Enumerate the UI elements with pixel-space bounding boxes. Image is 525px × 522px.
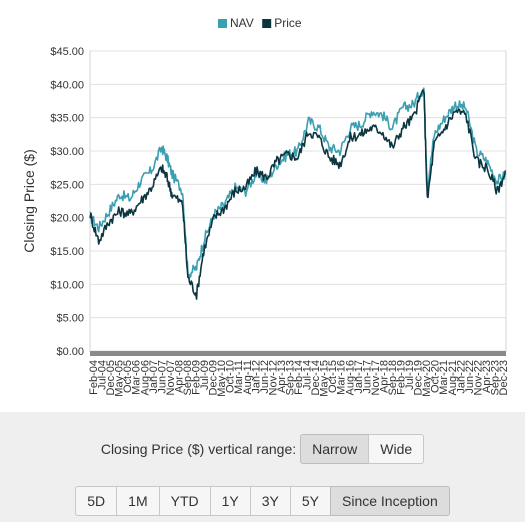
legend-swatch-price (262, 19, 272, 28)
legend-label-price: Price (274, 16, 302, 30)
y-tick-label: $20.00 (50, 213, 84, 225)
period-since-inception-button[interactable]: Since Inception (330, 486, 450, 516)
closing-price-chart: $0.00 $5.00 $10.00 $15.00 $20.00 $25.00 $30.00… (21, 16, 510, 397)
y-axis-title: Closing Price ($) (21, 149, 37, 252)
period-row: 5D 1M YTD 1Y 3Y 5Y Since Inception (0, 486, 525, 516)
y-tick-label: $35.00 (50, 113, 84, 125)
y-tick-label: $30.00 (50, 146, 84, 158)
period-ytd-button[interactable]: YTD (158, 486, 211, 516)
y-tick-label: $45.00 (50, 46, 84, 58)
chart-controls: Closing Price ($) vertical range: Narrow… (0, 412, 525, 522)
period-button-group: 5D 1M YTD 1Y 3Y 5Y Since Inception (75, 486, 450, 516)
vertical-range-button-group: Narrow Wide (300, 434, 425, 464)
y-tick-label: $10.00 (50, 279, 84, 291)
period-5y-button[interactable]: 5Y (289, 486, 331, 516)
chart-area: $0.00 $5.00 $10.00 $15.00 $20.00 $25.00 $30.00… (0, 0, 525, 412)
vertical-range-label: Closing Price ($) vertical range: (100, 441, 297, 457)
y-tick-label: $25.00 (50, 179, 84, 191)
series-line-nav (89, 87, 507, 280)
narrow-range-button[interactable]: Narrow (300, 434, 370, 464)
y-tick-label: $15.00 (50, 246, 84, 258)
period-1m-button[interactable]: 1M (116, 486, 160, 516)
plot-border (89, 50, 507, 352)
period-5d-button[interactable]: 5D (75, 486, 118, 516)
x-axis-bar (90, 351, 506, 356)
wide-range-button[interactable]: Wide (368, 434, 425, 464)
y-tick-label: $0.00 (56, 346, 84, 358)
x-tick-label: Dec-23 (498, 360, 510, 395)
y-tick-label: $40.00 (50, 79, 84, 91)
period-1y-button[interactable]: 1Y (209, 486, 251, 516)
period-3y-button[interactable]: 3Y (249, 486, 291, 516)
vertical-range-row: Closing Price ($) vertical range: Narrow… (0, 434, 525, 464)
legend-label-nav: NAV (230, 16, 254, 30)
legend-swatch-nav (218, 19, 227, 28)
y-tick-label: $5.00 (56, 313, 84, 325)
